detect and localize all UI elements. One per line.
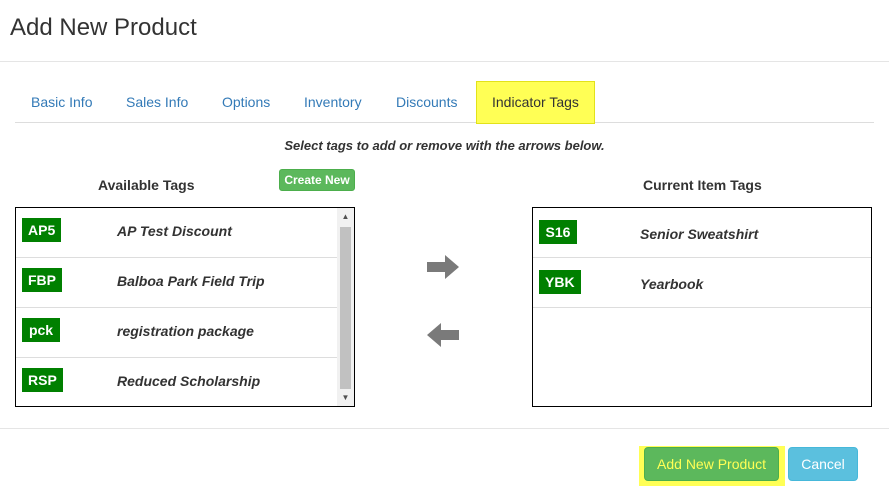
add-tag-button[interactable] <box>425 253 461 281</box>
arrow-right-icon <box>427 255 459 279</box>
tab-basic-info[interactable]: Basic Info <box>31 81 92 123</box>
remove-tag-button[interactable] <box>425 321 461 349</box>
available-tag-row[interactable]: AP5 AP Test Discount <box>16 208 338 258</box>
current-tags-list[interactable]: S16 Senior Sweatshirt YBK Yearbook <box>532 207 872 407</box>
tag-code-badge: pck <box>22 318 60 342</box>
header-divider <box>0 61 889 62</box>
current-tags-title: Current Item Tags <box>643 177 762 193</box>
tag-name: AP Test Discount <box>117 223 232 239</box>
available-tags-title: Available Tags <box>98 177 195 193</box>
tab-inventory[interactable]: Inventory <box>304 81 362 123</box>
current-tag-row[interactable]: S16 Senior Sweatshirt <box>533 208 871 258</box>
cancel-button[interactable]: Cancel <box>788 447 858 481</box>
tag-code-badge: YBK <box>539 270 581 294</box>
current-tag-row[interactable]: YBK Yearbook <box>533 258 871 308</box>
modal-title: Add New Product <box>10 14 197 41</box>
available-tags-scrollbar[interactable]: ▲ ▼ <box>337 208 354 406</box>
available-tags-list[interactable]: AP5 AP Test Discount FBP Balboa Park Fie… <box>15 207 355 407</box>
tag-code-badge: FBP <box>22 268 62 292</box>
tag-code-badge: S16 <box>539 220 577 244</box>
available-tag-row[interactable]: RSP Reduced Scholarship <box>16 358 338 406</box>
tab-bar: Basic Info Sales Info Options Inventory … <box>15 81 874 124</box>
available-tag-row[interactable]: FBP Balboa Park Field Trip <box>16 258 338 308</box>
scroll-down-icon[interactable]: ▼ <box>337 389 354 406</box>
tab-sales-info[interactable]: Sales Info <box>126 81 188 123</box>
tag-name: Balboa Park Field Trip <box>117 273 265 289</box>
scroll-thumb[interactable] <box>340 227 351 389</box>
tab-discounts[interactable]: Discounts <box>396 81 457 123</box>
footer-divider <box>0 428 889 429</box>
tag-name: Reduced Scholarship <box>117 373 261 389</box>
tab-options[interactable]: Options <box>222 81 270 123</box>
tab-indicator-tags[interactable]: Indicator Tags <box>476 81 595 124</box>
tag-name: Yearbook <box>640 276 704 292</box>
tag-name: Senior Sweatshirt <box>640 226 759 242</box>
add-new-product-button[interactable]: Add New Product <box>644 447 779 481</box>
tag-code-badge: AP5 <box>22 218 62 242</box>
arrow-left-icon <box>427 323 459 347</box>
tag-name: registration package <box>117 323 254 339</box>
available-tag-row[interactable]: pck registration package <box>16 308 338 358</box>
create-new-button[interactable]: Create New <box>279 169 355 191</box>
scroll-up-icon[interactable]: ▲ <box>337 208 354 225</box>
instruction-text: Select tags to add or remove with the ar… <box>284 138 605 153</box>
tag-code-badge: RSP <box>22 368 63 392</box>
